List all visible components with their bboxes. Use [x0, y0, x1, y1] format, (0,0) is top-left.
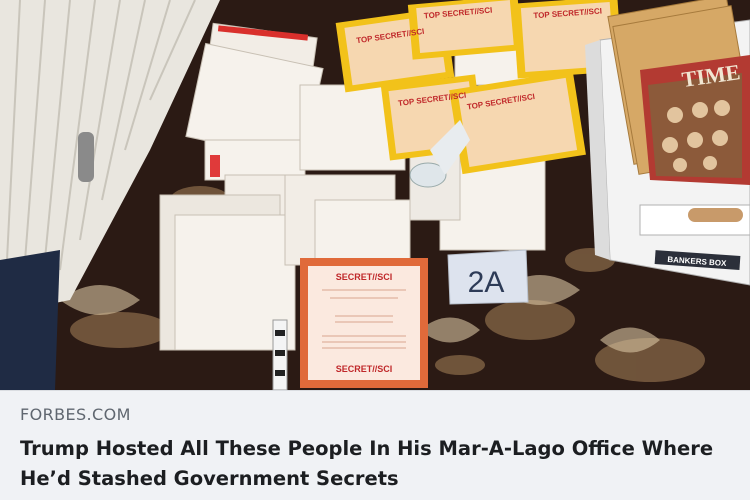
- source-domain: FORBES.COM: [20, 405, 131, 424]
- preview-text[interactable]: FORBES.COM Trump Hosted All These People…: [0, 390, 750, 500]
- evidence-marker-2a: 2A: [468, 266, 505, 299]
- preview-image[interactable]: TOP SECRET//SCI TOP SECRET//SCI TOP SECR…: [0, 0, 750, 390]
- svg-text:SECRET//SCI: SECRET//SCI: [336, 364, 393, 374]
- article-title[interactable]: Trump Hosted All These People In His Mar…: [20, 434, 730, 494]
- cover-label-secret: SECRET//SCI: [336, 272, 393, 282]
- link-preview-card[interactable]: TOP SECRET//SCI TOP SECRET//SCI TOP SECR…: [0, 0, 750, 500]
